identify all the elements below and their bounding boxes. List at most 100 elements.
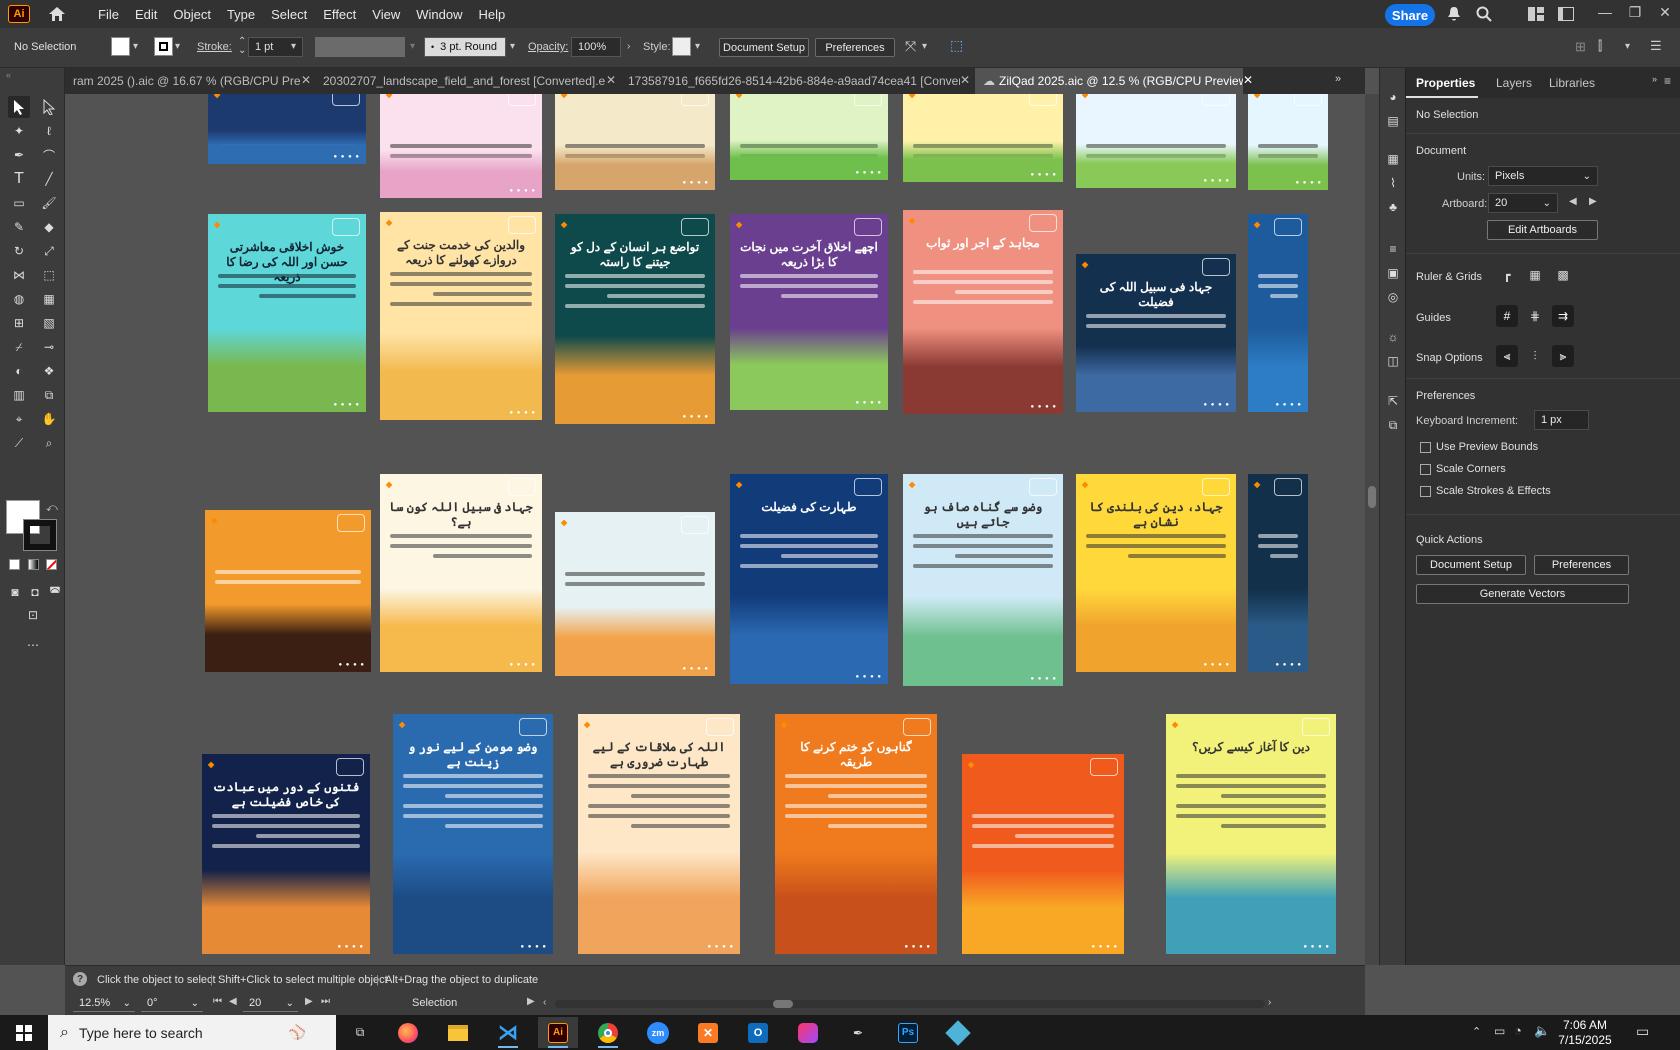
rotation-field[interactable]: 0° ⌄ — [141, 995, 203, 1012]
zoom-tool-icon[interactable]: ⌕ — [38, 432, 60, 454]
ruler-icon[interactable]: ┏ — [1496, 264, 1518, 286]
opacity-label[interactable]: Opacity: — [528, 41, 568, 53]
transform-chevron-icon[interactable]: ▾ — [922, 41, 927, 52]
close-icon[interactable]: ✕ — [1650, 2, 1680, 22]
artboard[interactable]: جہاد فی سبیل اللہ کون سا ہے؟ ● ● ● ● — [380, 474, 542, 672]
document-setup-button[interactable]: Document Setup — [719, 38, 809, 57]
transparency-icon[interactable]: ◎ — [1382, 286, 1404, 308]
style-swatch[interactable] — [672, 37, 691, 56]
outlook-icon[interactable]: O — [738, 1017, 778, 1048]
symbols-icon[interactable]: ♣ — [1382, 196, 1404, 218]
horizontal-scrollbar[interactable] — [555, 1000, 1265, 1008]
fill-chevron-icon[interactable]: ▾ — [133, 41, 138, 52]
scale-strokes-checkbox[interactable] — [1420, 486, 1431, 497]
rotate-tool-icon[interactable]: ↻ — [8, 240, 30, 262]
menu-effect[interactable]: Effect — [315, 0, 364, 28]
column-graph-tool-icon[interactable]: ▥ — [8, 384, 30, 406]
gradient-panel-icon[interactable]: ▣ — [1382, 262, 1404, 284]
arrange-documents-icon[interactable] — [1526, 4, 1546, 24]
artboard[interactable]: مجاہد کے اجر اور ثواب ● ● ● ● — [903, 210, 1063, 414]
free-transform-tool-icon[interactable]: ⬚ — [38, 264, 60, 286]
search-icon[interactable] — [1474, 4, 1494, 24]
export-icon[interactable]: ⇱ — [1382, 390, 1404, 412]
artboard-tool-icon[interactable]: ⧉ — [38, 384, 60, 406]
first-artboard-icon[interactable]: ⏮ — [213, 996, 222, 1007]
preferences-button[interactable]: Preferences — [815, 38, 895, 57]
type-tool-icon[interactable]: T — [8, 168, 30, 190]
snap-to-glyph-icon[interactable]: ⫸ — [1552, 345, 1574, 367]
tray-chevron-icon[interactable]: ⌃ — [1472, 1025, 1481, 1038]
windows-start-icon[interactable] — [4, 1017, 44, 1048]
vscode-icon[interactable]: ⋊ — [488, 1017, 528, 1048]
artboard[interactable]: ● ● ● ● — [380, 94, 542, 198]
style-chevron-icon[interactable]: ▾ — [695, 41, 700, 52]
creative-cloud-icon[interactable] — [788, 1017, 828, 1048]
stroke-chevron-icon[interactable]: ▾ — [175, 41, 180, 52]
artboard[interactable]: ● ● ● ● — [205, 510, 371, 672]
artboard[interactable]: تواضع ہر انسان کے دل کو جیتنے کا راستہ ● … — [555, 214, 715, 424]
artboard[interactable]: طہارت کی فضیلت ● ● ● ● — [730, 474, 888, 684]
tab-document-3[interactable]: 173587916_f665fd26-8514-42b6-884e-a9aad7… — [620, 68, 960, 94]
gradient-mode-icon[interactable] — [28, 559, 39, 570]
artboard[interactable]: ● ● ● ● — [208, 94, 366, 164]
artboard[interactable]: فتنوں کے دور میں عبادت کی خاص فضیلت ہے ● … — [202, 754, 370, 954]
lock-guides-icon[interactable]: ⋕ — [1524, 305, 1546, 327]
artboard[interactable]: ● ● ● ● — [1076, 94, 1236, 188]
color-mode-icon[interactable] — [9, 559, 20, 570]
fill-swatch[interactable] — [111, 37, 130, 56]
canvas[interactable]: ● ● ● ● ● ● ● ● ● ● ● ● ● ● ● ● ● ● ● ● ● ● ●… — [65, 94, 1365, 965]
none-mode-icon[interactable] — [46, 559, 57, 570]
artboard[interactable]: ● ● ● ● — [555, 512, 715, 676]
photoshop-icon[interactable]: Ps — [888, 1017, 928, 1048]
tab-libraries[interactable]: Libraries — [1549, 76, 1595, 90]
magic-wand-tool-icon[interactable]: ✦ — [8, 120, 30, 142]
inkscape-icon[interactable]: ✒ — [838, 1017, 878, 1048]
panel-menu-icon[interactable]: ☰ — [1650, 38, 1662, 54]
graphic-styles-icon[interactable]: ◫ — [1382, 350, 1404, 372]
artboard[interactable]: جہاد فی سبیل اللہ کی فضیلت ● ● ● ● — [1076, 254, 1236, 412]
slice-tool-icon[interactable]: ⌖ — [8, 408, 30, 430]
generate-vectors-button[interactable]: Generate Vectors — [1416, 584, 1629, 604]
opacity-field[interactable]: 100% — [571, 37, 621, 57]
file-explorer-icon[interactable] — [438, 1017, 478, 1048]
shape-builder-tool-icon[interactable]: ◍ — [8, 288, 30, 310]
close-icon[interactable]: ✕ — [960, 73, 970, 87]
menu-type[interactable]: Type — [219, 0, 263, 28]
stroke-stepper-icon[interactable]: ⌃ ⌄ — [238, 37, 246, 56]
draw-behind-icon[interactable]: ◘ — [24, 581, 46, 603]
artboard[interactable]: ● ● ● ● — [1248, 94, 1328, 190]
transparency-grid-icon[interactable]: ▩ — [1552, 264, 1574, 286]
artboard[interactable]: ● ● ● ● — [555, 94, 715, 190]
rectangle-tool-icon[interactable]: ▭ — [8, 192, 30, 214]
menu-help[interactable]: Help — [470, 0, 513, 28]
artboard[interactable]: خوش اخلاقی معاشرتی حسن اور اللہ کی رضا ک… — [208, 214, 366, 412]
draw-inside-icon[interactable]: ◚ — [44, 581, 66, 603]
panel-menu-icon[interactable]: ≡ — [1664, 74, 1671, 88]
artboards-panel-icon[interactable]: ⧉ — [1382, 414, 1404, 436]
scale-tool-icon[interactable]: ⤢ — [38, 240, 60, 262]
workspace-icon[interactable] — [1556, 4, 1576, 24]
shaper-tool-icon[interactable]: ✎ — [8, 216, 30, 238]
artboard[interactable]: ● ● ● ● — [730, 94, 888, 180]
scroll-thumb[interactable] — [773, 1000, 793, 1008]
color-guide-icon[interactable]: ◕ — [1382, 86, 1404, 108]
artboard[interactable]: گناہوں کو ختم کرنے کا طریقہ ● ● ● ● — [775, 714, 937, 954]
symbol-sprayer-tool-icon[interactable]: ❖ — [38, 360, 60, 382]
direct-selection-tool-icon[interactable] — [38, 96, 60, 118]
align-icon[interactable]: ⊞ — [1575, 39, 1586, 55]
document-setup-button[interactable]: Document Setup — [1416, 555, 1526, 575]
menu-object[interactable]: Object — [165, 0, 219, 28]
firefox-icon[interactable] — [388, 1017, 428, 1048]
tab-document-2[interactable]: 20302707_landscape_field_and_forest [Con… — [315, 68, 605, 94]
illustrator-taskbar-icon[interactable]: Ai — [538, 1017, 578, 1048]
smart-guides-icon[interactable]: ⇉ — [1552, 305, 1574, 327]
close-icon[interactable]: ✕ — [606, 73, 616, 87]
screen-mode-icon[interactable]: ⊡ — [22, 604, 44, 626]
knife-tool-icon[interactable]: ⟋ — [8, 432, 30, 454]
curvature-tool-icon[interactable]: ⌒ — [38, 144, 60, 166]
artboard-field[interactable]: 20 ⌄ — [1488, 193, 1558, 213]
scroll-thumb[interactable] — [1368, 486, 1376, 508]
artboard[interactable]: وضو سے گناہ صاف ہو جاتے ہیں ● ● ● ● — [903, 474, 1063, 686]
scale-corners-checkbox[interactable] — [1420, 464, 1431, 475]
transform-icon[interactable]: ⤧ — [905, 38, 916, 55]
